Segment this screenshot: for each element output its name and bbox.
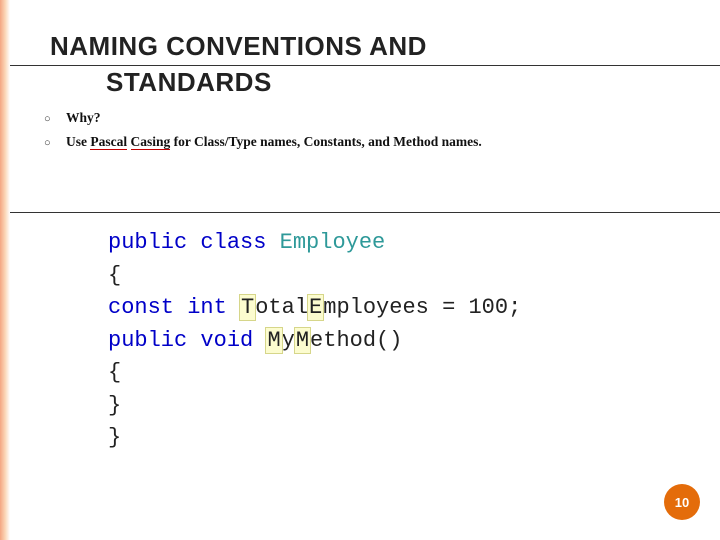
slide-number-badge: 10 [664,484,700,520]
code-sample: public class Employee { const int TotalE… [108,227,680,455]
title-line-1: NAMING CONVENTIONS AND [50,30,680,63]
slide-number-text: 10 [675,495,689,510]
left-accent-bar [0,0,10,540]
title-divider-bottom [0,212,720,213]
bullet-marker-icon: ○ [44,110,66,128]
bullet-2-text: Use Pascal Casing for Class/Type names, … [66,134,482,150]
bullet-item-1: ○ Why? [44,110,680,128]
slide-content: NAMING CONVENTIONS AND STANDARDS ○ Why? … [0,0,720,475]
slide-title: NAMING CONVENTIONS AND STANDARDS [50,30,680,98]
bullet-item-2: ○ Use Pascal Casing for Class/Type names… [44,134,680,152]
title-line-2: STANDARDS [50,66,680,99]
bullet-marker-icon: ○ [44,134,66,152]
bullet-list: ○ Why? ○ Use Pascal Casing for Class/Typ… [44,110,680,152]
bullet-1-text: Why? [66,110,101,125]
